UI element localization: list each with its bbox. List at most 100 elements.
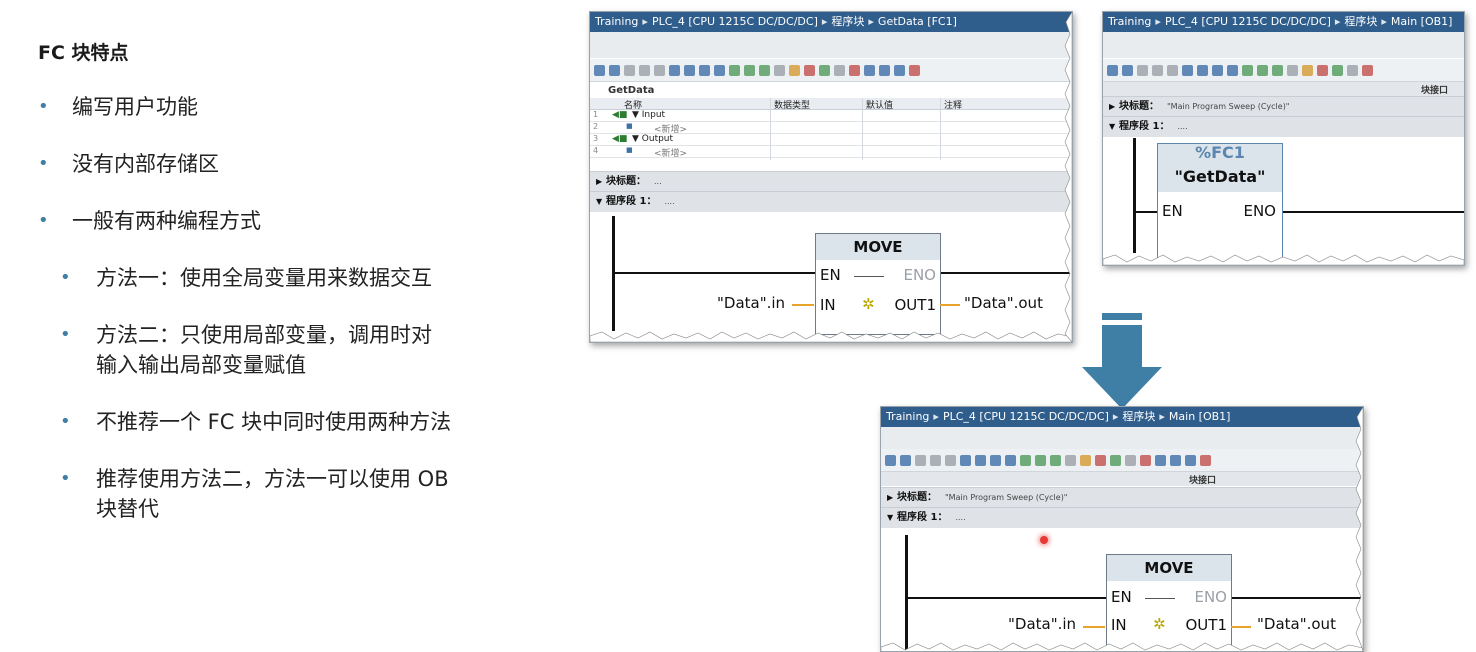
block-title-row[interactable]: ▶ 块标题： "Main Program Sweep (Cycle)"	[1103, 96, 1464, 117]
open-box-icon[interactable]	[864, 64, 875, 76]
symbolic-address-icon[interactable]	[744, 64, 755, 76]
networks-view-icon[interactable]	[960, 454, 971, 466]
comment-icon[interactable]	[1005, 454, 1016, 466]
breadcrumb-item[interactable]: PLC_4 [CPU 1215C DC/DC/DC]	[943, 410, 1109, 423]
absolute-address-icon[interactable]	[1242, 64, 1253, 76]
network-row[interactable]: ▼ 程序段 1：....	[881, 507, 1363, 528]
symbolic-address-icon[interactable]	[1257, 64, 1268, 76]
breadcrumb-item[interactable]: Main [OB1]	[1169, 410, 1231, 423]
favorites-icon[interactable]	[945, 454, 956, 466]
interface-tab[interactable]: 块接口	[1421, 83, 1448, 96]
breadcrumb-item[interactable]: 程序块	[831, 15, 864, 28]
absolute-address-icon[interactable]	[1020, 454, 1031, 466]
network-row[interactable]: ▼ 程序段 1：....	[590, 191, 1072, 212]
table-row[interactable]: 1 ◀■ ▼ Input	[590, 110, 1072, 122]
compare-icon[interactable]	[834, 64, 845, 76]
breadcrumb-item[interactable]: 程序块	[1122, 410, 1155, 423]
show-tags-icon[interactable]	[1050, 454, 1061, 466]
collapse-icon[interactable]	[990, 454, 1001, 466]
absolute-address-icon[interactable]	[729, 64, 740, 76]
breadcrumb-item[interactable]: PLC_4 [CPU 1215C DC/DC/DC]	[1165, 15, 1331, 28]
operand-wire	[940, 304, 960, 306]
show-tags-icon[interactable]	[1272, 64, 1283, 76]
breakpoint-icon[interactable]	[804, 64, 815, 76]
block-title-row[interactable]: ▶ 块标题： "Main Program Sweep (Cycle)"	[881, 487, 1363, 508]
operand-in[interactable]: "Data".in	[717, 294, 785, 312]
delete-network-icon[interactable]	[900, 454, 911, 466]
networks-view-icon[interactable]	[1182, 64, 1193, 76]
interface-tab[interactable]: 块接口	[1189, 473, 1216, 486]
fc1-call-box[interactable]: %FC1 "GetData" EN ENO	[1157, 143, 1283, 265]
breadcrumb-item[interactable]: Training	[1108, 15, 1151, 28]
network-row[interactable]: ▼ 程序段 1：....	[1103, 116, 1464, 137]
breadcrumb-item[interactable]: GetData [FC1]	[878, 15, 957, 28]
open-box-icon[interactable]	[1155, 454, 1166, 466]
monitor-icon[interactable]	[1302, 64, 1313, 76]
insert-network-icon[interactable]	[885, 454, 896, 466]
table-row[interactable]: 4 ■ <新增>	[590, 146, 1072, 159]
breadcrumb-item[interactable]: PLC_4 [CPU 1215C DC/DC/DC]	[652, 15, 818, 28]
operand-out[interactable]: "Data".out	[964, 294, 1043, 312]
interface-collapsed-bar[interactable]: 块接口	[1103, 82, 1464, 96]
table-row[interactable]: 3 ◀■ ▼ Output	[590, 134, 1072, 146]
list-icon[interactable]	[1287, 64, 1298, 76]
column-divider	[940, 98, 941, 160]
table-row[interactable]: 2 ■ <新增>	[590, 122, 1072, 135]
show-tags-icon[interactable]	[759, 64, 770, 76]
breakpoint-icon[interactable]	[1317, 64, 1328, 76]
comment-icon[interactable]	[1227, 64, 1238, 76]
breadcrumb-item[interactable]: Training	[886, 410, 929, 423]
close-branch-icon[interactable]	[909, 64, 920, 76]
insert-branch-icon[interactable]	[894, 64, 905, 76]
compare-icon[interactable]	[1347, 64, 1358, 76]
block-title-row[interactable]: ▶ 块标题：...	[590, 171, 1072, 192]
breadcrumb-item[interactable]: Training	[595, 15, 638, 28]
expand-icon[interactable]	[975, 454, 986, 466]
networks-view-icon[interactable]	[669, 64, 680, 76]
status-icon[interactable]	[1362, 64, 1373, 76]
monitor-icon[interactable]	[1080, 454, 1091, 466]
insert-row-icon[interactable]	[915, 454, 926, 466]
move-instruction-box[interactable]: MOVE EN ENO IN ✲ OUT1	[1106, 554, 1232, 651]
go-to-icon[interactable]	[1332, 64, 1343, 76]
insert-network-icon[interactable]	[594, 64, 605, 76]
insert-row-icon[interactable]	[1137, 64, 1148, 76]
pin-out: OUT1	[894, 296, 937, 314]
delete-network-icon[interactable]	[609, 64, 620, 76]
interface-collapsed-bar[interactable]: 块接口	[881, 472, 1363, 486]
breakpoint-icon[interactable]	[1095, 454, 1106, 466]
collapse-icon[interactable]	[699, 64, 710, 76]
pin-in: IN	[1111, 616, 1127, 634]
insert-branch-icon[interactable]	[1185, 454, 1196, 466]
breadcrumb-item[interactable]: 程序块	[1344, 15, 1377, 28]
close-box-icon[interactable]	[879, 64, 890, 76]
rung-wire	[1281, 211, 1464, 213]
list-icon[interactable]	[774, 64, 785, 76]
comment-icon[interactable]	[714, 64, 725, 76]
operand-in[interactable]: "Data".in	[1008, 615, 1076, 633]
favorites-icon[interactable]	[654, 64, 665, 76]
list-icon[interactable]	[1065, 454, 1076, 466]
collapse-icon[interactable]	[1212, 64, 1223, 76]
delete-network-icon[interactable]	[1122, 64, 1133, 76]
expand-icon[interactable]	[1197, 64, 1208, 76]
expand-icon[interactable]	[684, 64, 695, 76]
insert-row-icon[interactable]	[624, 64, 635, 76]
append-row-icon[interactable]	[639, 64, 650, 76]
status-icon[interactable]	[849, 64, 860, 76]
go-to-icon[interactable]	[819, 64, 830, 76]
status-icon[interactable]	[1140, 454, 1151, 466]
close-branch-icon[interactable]	[1200, 454, 1211, 466]
monitor-icon[interactable]	[789, 64, 800, 76]
breadcrumb-item[interactable]: Main [OB1]	[1391, 15, 1453, 28]
append-row-icon[interactable]	[1152, 64, 1163, 76]
symbolic-address-icon[interactable]	[1035, 454, 1046, 466]
operand-out[interactable]: "Data".out	[1257, 615, 1336, 633]
go-to-icon[interactable]	[1110, 454, 1121, 466]
insert-network-icon[interactable]	[1107, 64, 1118, 76]
move-instruction-box[interactable]: MOVE EN ENO IN ✲ OUT1	[815, 233, 941, 335]
compare-icon[interactable]	[1125, 454, 1136, 466]
favorites-icon[interactable]	[1167, 64, 1178, 76]
append-row-icon[interactable]	[930, 454, 941, 466]
close-box-icon[interactable]	[1170, 454, 1181, 466]
